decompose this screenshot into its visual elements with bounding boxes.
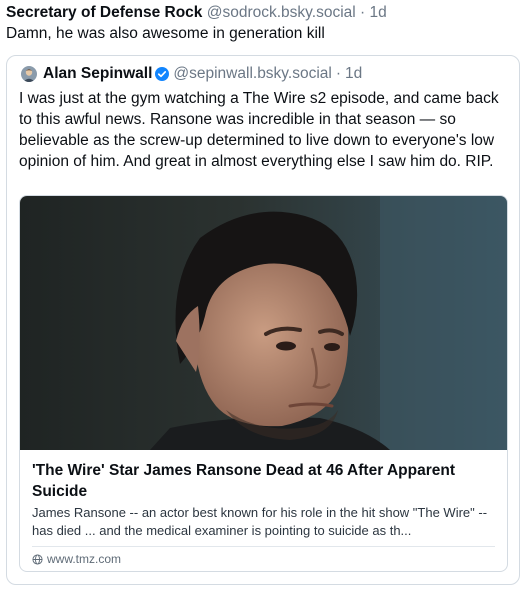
quote-time[interactable]: 1d [345,65,362,83]
article-thumbnail [20,196,507,450]
globe-icon [32,553,43,565]
avatar[interactable] [21,66,37,82]
post-text: Damn, he was also awesome in generation … [6,25,325,42]
verified-check-icon [155,67,170,81]
quote-text: I was just at the gym watching a The Wir… [19,90,499,170]
link-preview-card[interactable]: 'The Wire' Star James Ransone Dead at 46… [19,195,508,572]
post[interactable]: Secretary of Defense Rock @sodrock.bsky.… [0,0,526,593]
post-header: Secretary of Defense Rock @sodrock.bsky.… [6,4,387,22]
divider [32,546,495,547]
post-time[interactable]: 1d [370,4,387,21]
quote-author-name[interactable]: Alan Sepinwall [43,65,152,83]
separator: · [335,65,342,82]
author-handle[interactable]: @sodrock.bsky.social [207,4,356,21]
quoted-post[interactable]: Alan Sepinwall @sepinwall.bsky.social · … [6,55,520,585]
article-source[interactable]: www.tmz.com [32,552,121,566]
quote-author-handle[interactable]: @sepinwall.bsky.social [173,65,331,83]
author-name[interactable]: Secretary of Defense Rock [6,4,202,21]
quote-header: Alan Sepinwall @sepinwall.bsky.social · … [21,65,362,83]
article-title[interactable]: 'The Wire' Star James Ransone Dead at 46… [32,460,494,502]
article-source-domain: www.tmz.com [47,552,122,566]
article-description: James Ransone -- an actor best known for… [32,505,488,538]
separator: · [360,4,366,21]
